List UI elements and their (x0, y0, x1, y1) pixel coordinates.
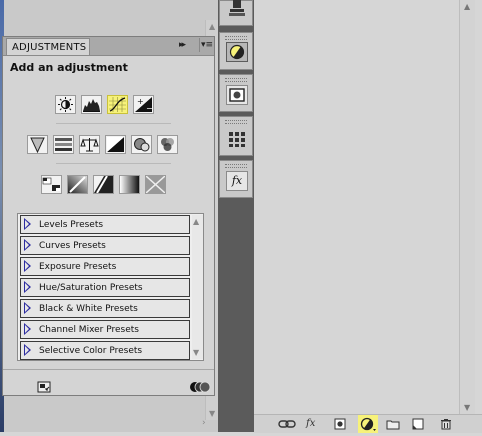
curves-icon[interactable] (107, 95, 128, 114)
link-layers-icon[interactable] (278, 418, 296, 430)
expand-triangle-icon[interactable] (24, 218, 31, 230)
adjustment-icon-row-3 (41, 175, 171, 194)
add-layer-mask-icon[interactable] (334, 418, 346, 430)
delete-layer-icon[interactable] (440, 418, 452, 430)
adjustments-panel: ADJUSTMENTS ▸▸ ▾≡ Add an adjustment +− (2, 36, 215, 396)
scroll-up-arrow-icon[interactable]: ▲ (193, 217, 199, 226)
layers-panel-footer: fx (254, 414, 482, 433)
icon-row-divider (56, 163, 171, 164)
adjustments-panel-button[interactable] (226, 42, 248, 62)
dock-group-masks (219, 74, 253, 112)
list-item[interactable]: Black & White Presets (20, 299, 190, 318)
collapse-panel-icon[interactable]: ▸▸ (179, 40, 186, 50)
masks-panel-button[interactable] (226, 85, 248, 105)
list-item[interactable]: Curves Presets (20, 236, 190, 255)
scroll-down-arrow-icon[interactable]: ▼ (464, 403, 470, 412)
threshold-icon[interactable] (93, 175, 114, 194)
icon-row-divider (56, 123, 171, 124)
photo-filter-icon[interactable] (131, 135, 152, 154)
invert-icon[interactable] (41, 175, 62, 194)
add-layer-style-icon[interactable]: fx (306, 418, 315, 430)
panel-menu-icon[interactable]: ▾≡ (199, 38, 214, 52)
scroll-down-arrow-icon[interactable]: ▼ (193, 348, 199, 357)
black-white-icon[interactable] (105, 135, 126, 154)
channel-mixer-icon[interactable] (157, 135, 178, 154)
expand-triangle-icon[interactable] (24, 344, 31, 356)
list-item[interactable]: Hue/Saturation Presets (20, 278, 190, 297)
svg-text:−: − (146, 104, 153, 113)
clip-to-layer-icon[interactable] (189, 378, 211, 393)
selective-color-icon[interactable] (145, 175, 166, 194)
return-to-list-icon[interactable] (37, 378, 51, 393)
gradient-map-icon[interactable] (119, 175, 140, 194)
dock-group-adjustments (219, 32, 253, 70)
layers-vertical-scrollbar[interactable]: ▲ ▼ (459, 0, 475, 414)
presets-scrollbar[interactable]: ▲ ▼ (192, 215, 203, 359)
list-item[interactable]: Selective Color Presets (20, 341, 190, 360)
exposure-icon[interactable]: + − (133, 95, 154, 114)
dock-grip[interactable] (225, 164, 247, 168)
vibrance-icon[interactable] (27, 135, 48, 154)
hue-saturation-icon[interactable] (53, 135, 74, 154)
dock-grip[interactable] (225, 120, 247, 124)
dock-grip[interactable] (225, 36, 247, 40)
expand-triangle-icon[interactable] (24, 239, 31, 251)
list-item[interactable]: Channel Mixer Presets (20, 320, 190, 339)
dock-group-stamp (219, 0, 253, 26)
expand-triangle-icon[interactable] (24, 323, 31, 335)
expand-triangle-icon[interactable] (24, 281, 31, 293)
svg-text:+: + (137, 97, 144, 106)
adjustments-panel-footer (3, 369, 214, 396)
panel-tab-bar: ADJUSTMENTS ▸▸ ▾≡ (3, 37, 214, 56)
swatches-panel-button[interactable] (226, 129, 248, 149)
adjustment-icon-row-1: + − (55, 95, 159, 114)
scroll-up-arrow-icon[interactable]: ▲ (464, 2, 470, 11)
list-item[interactable]: Levels Presets (20, 215, 190, 234)
levels-icon[interactable] (81, 95, 102, 114)
presets-list: Levels Presets Curves Presets Exposure P… (17, 213, 204, 361)
list-item[interactable]: Exposure Presets (20, 257, 190, 276)
adjustment-icon-row-2 (27, 135, 183, 154)
dock-group-swatches (219, 116, 253, 156)
dock-grip[interactable] (225, 78, 247, 82)
tab-adjustments[interactable]: ADJUSTMENTS (6, 38, 90, 55)
panel-subtitle: Add an adjustment (10, 61, 128, 74)
color-balance-icon[interactable] (79, 135, 100, 154)
layers-panel-body (254, 0, 482, 432)
new-layer-icon[interactable] (412, 418, 424, 430)
scroll-down-arrow-icon[interactable]: ▼ (209, 409, 215, 418)
brightness-contrast-icon[interactable] (55, 95, 76, 114)
posterize-icon[interactable] (67, 175, 88, 194)
new-adjustment-layer-icon[interactable] (358, 415, 378, 433)
expand-triangle-icon[interactable] (24, 302, 31, 314)
scroll-right-arrow-icon[interactable]: › (202, 418, 206, 428)
new-group-icon[interactable] (386, 418, 400, 430)
panel-dock-column: fx (218, 0, 254, 432)
styles-fx-button[interactable]: fx (226, 171, 248, 191)
clone-source-icon[interactable] (226, 0, 248, 19)
dock-group-styles: fx (219, 160, 253, 198)
expand-triangle-icon[interactable] (24, 260, 31, 272)
scroll-up-arrow-icon[interactable]: ▲ (209, 22, 215, 31)
